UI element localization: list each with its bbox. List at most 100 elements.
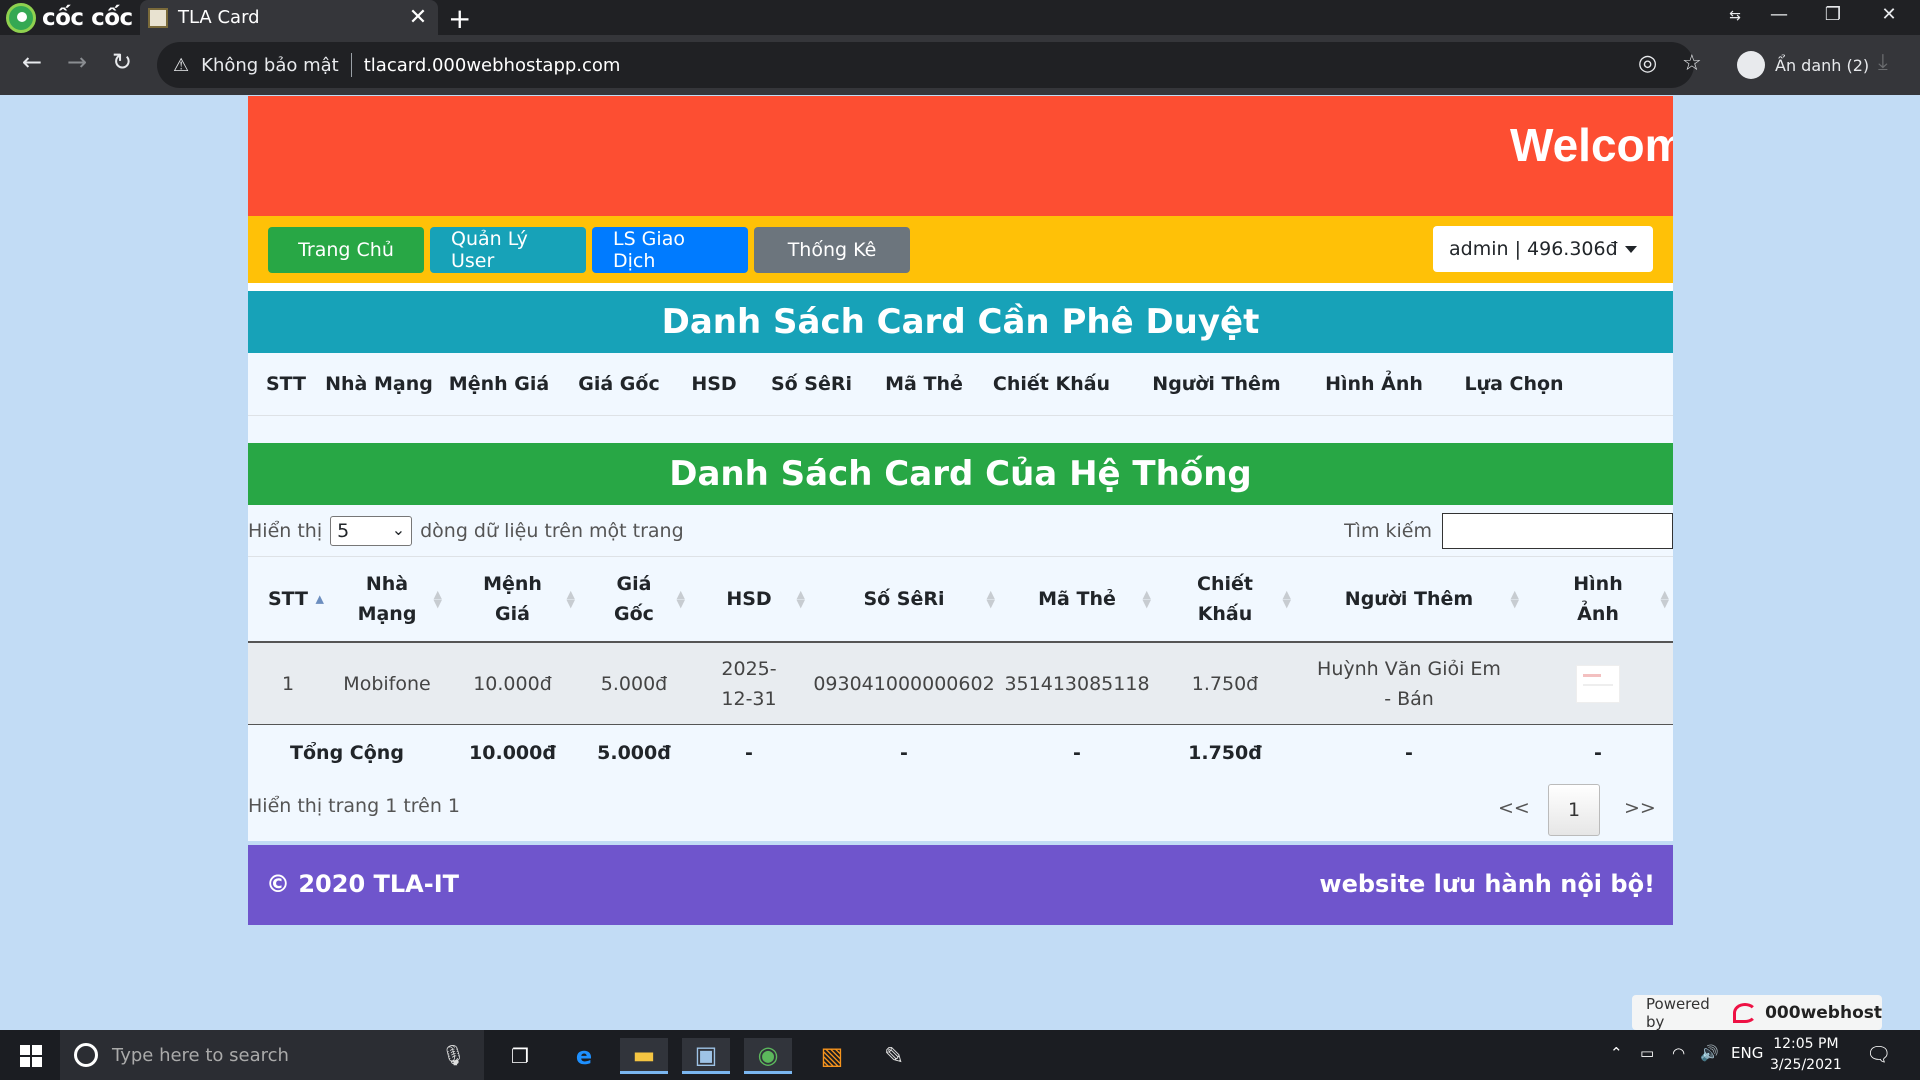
volume-icon[interactable]: 🔊 (1700, 1044, 1719, 1062)
bookmark-star-icon[interactable]: ☆ (1682, 51, 1702, 76)
system-cards-title: Danh Sách Card Của Hệ Thống (248, 443, 1673, 505)
card-image-thumbnail[interactable] (1576, 664, 1620, 703)
col-discount[interactable]: Chiết Khấu ▲ ▼ (1155, 569, 1295, 629)
search-input[interactable] (1442, 513, 1673, 549)
col-image[interactable]: Hình Ảnh ▲ ▼ (1523, 569, 1673, 629)
col-expiry-label: HSD (726, 588, 772, 610)
col-discount-label: Chiết Khấu (1197, 573, 1253, 625)
download-icon[interactable]: ⤓ (1878, 50, 1888, 75)
totals-face-value: 10.000đ (469, 742, 556, 764)
table-search: Tìm kiếm (1344, 513, 1673, 549)
address-bar[interactable]: ⚠ Không bảo mật tlacard.000webhostapp.co… (157, 42, 1702, 88)
powered-by-badge[interactable]: Powered by 000webhost (1632, 995, 1882, 1031)
col-image-label: Hình Ảnh (1573, 573, 1623, 625)
col-expiry[interactable]: HSD ▲ ▼ (689, 584, 809, 614)
table-header: STT ▲ Nhà Mạng ▲ ▼ Mệnh Giá ▲ ▼ Giá Gốc ▲ ▼ HSD… (248, 556, 1673, 643)
pending-col-serial: Số SêRi (770, 373, 853, 395)
transaction-history-button[interactable]: LS Giao Dịch (592, 226, 748, 273)
back-icon[interactable]: ← (17, 48, 47, 76)
pending-col-action: Lựa Chọn (1464, 373, 1564, 395)
sort-icon: ▲ ▼ (986, 588, 995, 610)
page-1-button[interactable]: 1 (1548, 784, 1600, 836)
system-clock[interactable]: 12:05 PM 3/25/2021 (1770, 1034, 1842, 1076)
sort-icon: ▲ ▼ (1282, 588, 1291, 610)
col-face-value[interactable]: Mệnh Giá ▲ ▼ (446, 569, 579, 629)
reload-icon[interactable]: ↻ (107, 48, 137, 76)
table-row[interactable]: 1 Mobifone 10.000đ 5.000đ 2025-12-31 093… (248, 643, 1673, 725)
main-nav: Trang Chủ Quản Lý User LS Giao Dịch Thốn… (248, 216, 1673, 283)
next-page-button[interactable]: >> (1624, 797, 1656, 819)
new-tab-icon[interactable]: + (448, 2, 471, 35)
statistics-button[interactable]: Thống Kê (754, 226, 910, 273)
taskbar-search[interactable]: Type here to search 🎙 (60, 1030, 484, 1080)
cell-image (1523, 664, 1673, 703)
pending-col-network: Nhà Mạng (325, 373, 433, 395)
col-network[interactable]: Nhà Mạng ▲ ▼ (328, 569, 446, 629)
battery-icon[interactable]: ▭ (1640, 1044, 1654, 1062)
site-footer: © 2020 TLA-IT website lưu hành nội bộ! (248, 845, 1673, 925)
account-dropdown[interactable]: admin | 496.306đ (1433, 226, 1653, 272)
windows-start-icon[interactable] (20, 1045, 42, 1067)
browser-brand[interactable]: cốc cốc (6, 3, 133, 33)
wifi-icon[interactable]: ◠ (1672, 1044, 1685, 1062)
minimize-icon[interactable]: — (1764, 4, 1794, 25)
powered-brand: 000webhost (1765, 1002, 1882, 1023)
windows-taskbar: Type here to search 🎙 ❐ e ▬ ▣ ◉ ▧ ✎ ⌃ ▭ … (0, 1030, 1920, 1080)
security-label[interactable]: Không bảo mật (201, 55, 339, 76)
home-button[interactable]: Trang Chủ (268, 226, 424, 273)
edge-browser-icon[interactable]: e (560, 1038, 608, 1074)
window-close-icon[interactable]: ✕ (1874, 4, 1904, 25)
col-cost[interactable]: Giá Gốc ▲ ▼ (579, 569, 689, 629)
col-stt-label: STT (267, 588, 309, 610)
forward-icon[interactable]: → (62, 48, 92, 76)
col-serial[interactable]: Số SêRi ▲ ▼ (809, 584, 999, 614)
warning-icon[interactable]: ⚠ (173, 55, 189, 76)
col-serial-label: Số SêRi (863, 588, 945, 610)
tab-search-icon[interactable]: ⇆ (1720, 8, 1750, 24)
cortana-icon (74, 1043, 98, 1067)
browser-toolbar: ← → ↻ ⚠ Không bảo mật tlacard.000webhost… (0, 35, 1920, 95)
show-suffix: dòng dữ liệu trên một trang (420, 520, 684, 542)
file-explorer-icon[interactable]: ▬ (620, 1038, 668, 1074)
task-view-icon[interactable]: ❐ (496, 1038, 544, 1074)
network-app-icon[interactable]: ▣ (682, 1038, 730, 1074)
system-cards-table: STT ▲ Nhà Mạng ▲ ▼ Mệnh Giá ▲ ▼ Giá Gốc ▲ ▼ HSD… (248, 556, 1673, 781)
browser-tab[interactable]: TLA Card ✕ (140, 0, 438, 35)
user-management-button[interactable]: Quản Lý User (430, 226, 586, 273)
col-added-by[interactable]: Người Thêm ▲ ▼ (1295, 584, 1523, 614)
tray-chevron-icon[interactable]: ⌃ (1610, 1044, 1623, 1062)
incognito-indicator[interactable]: Ẩn danh (2) (1737, 45, 1869, 85)
col-network-label: Nhà Mạng (357, 573, 417, 625)
prev-page-button[interactable]: << (1498, 797, 1530, 819)
footer-note: website lưu hành nội bộ! (1319, 870, 1655, 898)
col-code[interactable]: Mã Thẻ ▲ ▼ (999, 584, 1155, 614)
incognito-label: Ẩn danh (2) (1775, 55, 1870, 75)
sort-icon: ▲ ▼ (1660, 588, 1669, 610)
cell-expiry: 2025-12-31 (721, 657, 777, 710)
coccoc-taskbar-icon[interactable]: ◉ (744, 1038, 792, 1074)
microphone-icon[interactable]: 🎙 (441, 1043, 466, 1067)
url-text[interactable]: tlacard.000webhostapp.com (364, 55, 621, 76)
page-size-value: 5 (337, 520, 350, 542)
pending-col-face-value: Mệnh Giá (448, 373, 550, 395)
foxit-reader-icon[interactable]: ▧ (808, 1038, 856, 1074)
pending-col-cost: Giá Gốc (578, 373, 660, 395)
input-language[interactable]: ENG (1731, 1044, 1763, 1062)
cell-added-by: Huỳnh Văn Giỏi Em - Bán (1317, 657, 1501, 710)
page-size-select[interactable]: 5 ⌄ (330, 516, 413, 546)
table-controls: Hiển thị 5 ⌄ dòng dữ liệu trên một trang… (248, 505, 1673, 556)
col-stt[interactable]: STT ▲ (248, 584, 328, 614)
tracking-blocked-icon[interactable]: ◎ (1638, 51, 1657, 76)
totals-cost: 5.000đ (597, 742, 671, 764)
paint-app-icon[interactable]: ✎ (870, 1038, 918, 1074)
tab-close-icon[interactable]: ✕ (406, 5, 430, 30)
maximize-icon[interactable]: ❐ (1818, 4, 1848, 25)
col-added-by-label: Người Thêm (1344, 588, 1474, 610)
notifications-icon[interactable]: 🗨 (1866, 1042, 1891, 1066)
clock-date: 3/25/2021 (1770, 1057, 1842, 1073)
footer-copyright: © 2020 TLA-IT (266, 870, 460, 898)
page-size-control: Hiển thị 5 ⌄ dòng dữ liệu trên một trang (248, 516, 684, 546)
cell-face-value: 10.000đ (473, 672, 552, 695)
cell-stt: 1 (281, 672, 295, 695)
caret-down-icon (1625, 246, 1637, 253)
